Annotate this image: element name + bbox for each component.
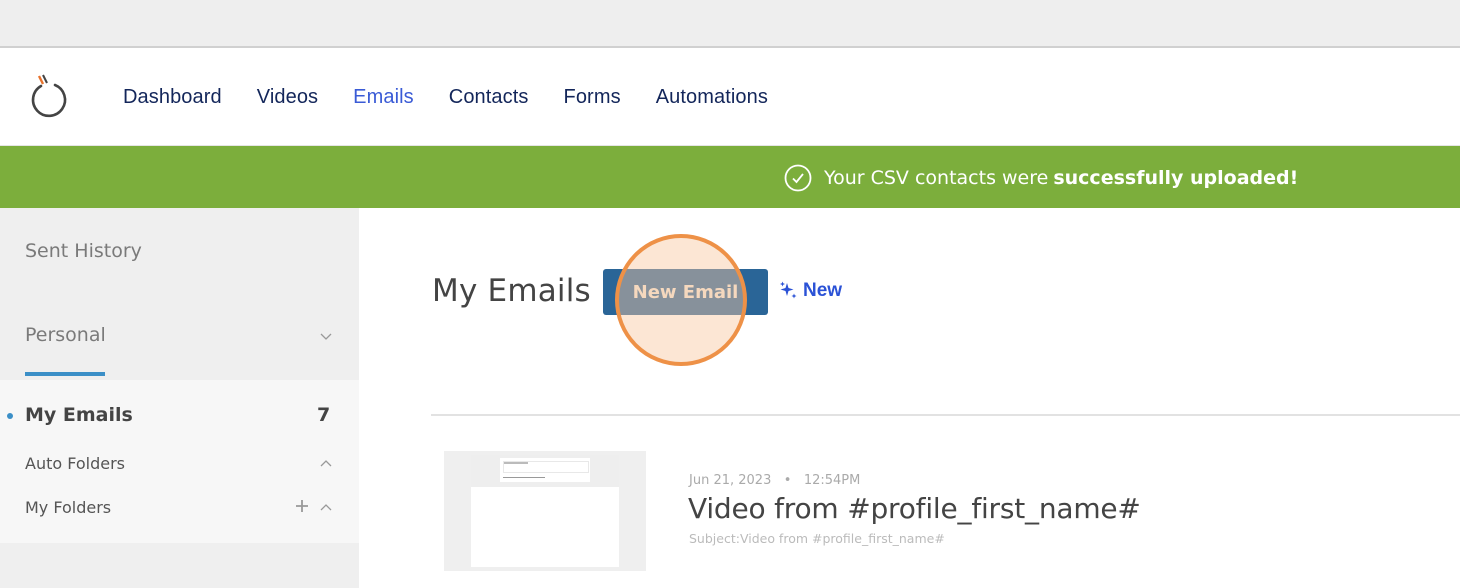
chevron-up-icon[interactable] — [319, 500, 333, 514]
email-subject: Subject:Video from #profile_first_name# — [689, 531, 945, 546]
nav-automations[interactable]: Automations — [656, 86, 768, 109]
email-thumbnail[interactable] — [444, 451, 646, 571]
section-underline — [25, 372, 105, 376]
browser-chrome — [0, 0, 1460, 48]
email-title[interactable]: Video from #profile_first_name# — [688, 492, 1141, 525]
separator-dot: • — [775, 473, 800, 488]
nav-dashboard[interactable]: Dashboard — [123, 86, 222, 109]
success-banner: Your CSV contacts were successfully uplo… — [0, 145, 1460, 208]
nav-videos[interactable]: Videos — [257, 86, 318, 109]
new-email-button[interactable]: New Email — [603, 269, 768, 315]
sidebar-item-my-folders[interactable]: My Folders — [25, 498, 111, 517]
logo-icon[interactable] — [28, 72, 72, 120]
page-title: My Emails — [432, 273, 591, 309]
folder-panel: My Emails 7 Auto Folders My Folders — [0, 380, 359, 543]
email-date: Jun 21, 2023 — [689, 473, 772, 488]
sidebar: Sent History Personal My Emails 7 Auto F… — [0, 208, 359, 588]
ai-new-label: New — [803, 280, 843, 301]
ai-new-link[interactable]: New — [779, 280, 842, 302]
top-navigation: Dashboard Videos Emails Contacts Forms A… — [0, 50, 1460, 145]
sparkles-icon — [780, 281, 797, 299]
plus-icon[interactable] — [294, 498, 310, 514]
banner-bold-text: successfully uploaded! — [1053, 166, 1299, 189]
my-emails-count: 7 — [317, 404, 331, 426]
main-content: My Emails New Email New Jun 21, 2023 • 1… — [359, 208, 1460, 588]
sent-history-link[interactable]: Sent History — [25, 240, 142, 262]
sidebar-item-my-emails[interactable]: My Emails — [25, 404, 133, 426]
banner-text: Your CSV contacts were — [824, 166, 1049, 189]
active-dot — [7, 413, 13, 419]
nav-emails[interactable]: Emails — [353, 86, 414, 109]
check-circle-icon — [784, 164, 812, 191]
chevron-down-icon[interactable] — [318, 328, 334, 344]
divider — [431, 414, 1460, 416]
email-time: 12:54PM — [803, 473, 861, 488]
sidebar-item-auto-folders[interactable]: Auto Folders — [25, 454, 125, 473]
nav-contacts[interactable]: Contacts — [449, 86, 529, 109]
chevron-up-icon[interactable] — [319, 456, 333, 470]
nav-forms[interactable]: Forms — [564, 86, 621, 109]
personal-section[interactable]: Personal — [25, 324, 106, 346]
email-timestamp: Jun 21, 2023 • 12:54PM — [689, 473, 860, 488]
